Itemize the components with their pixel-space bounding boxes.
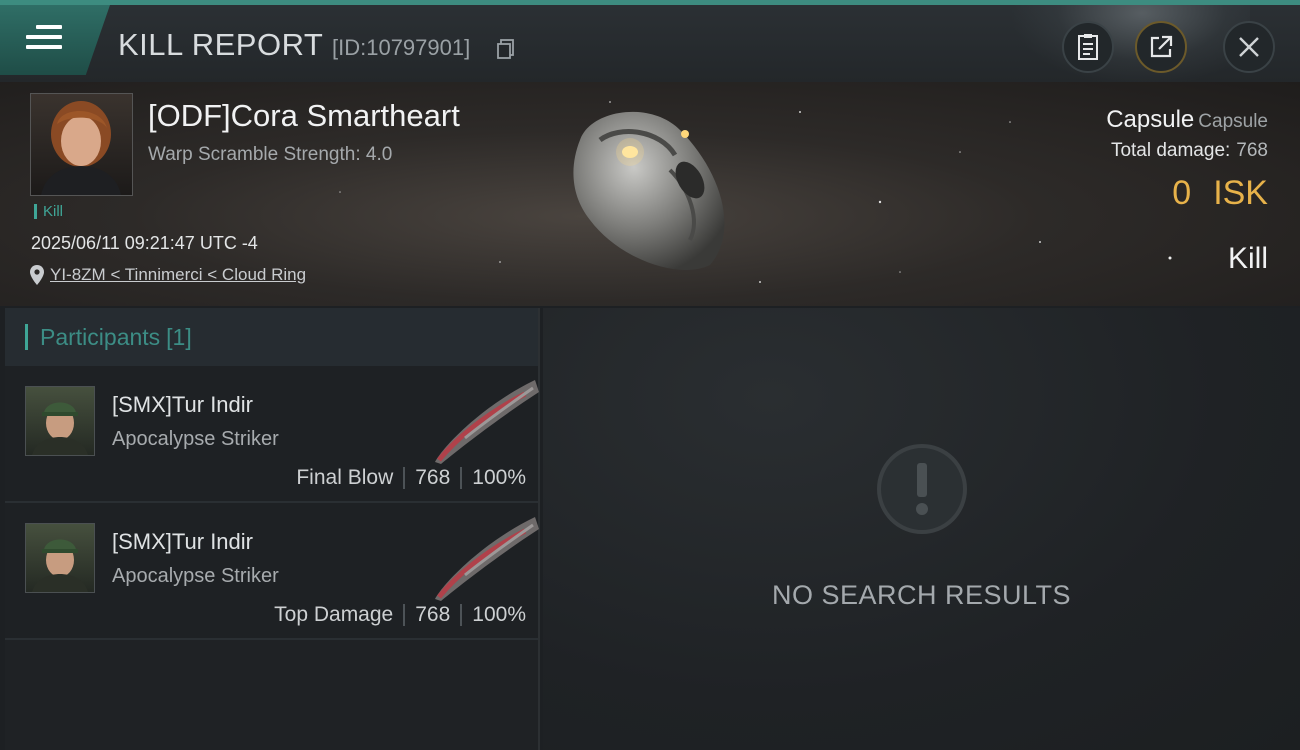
participant-stats: Top Damage 768 100% — [274, 603, 526, 627]
exclamation-icon — [877, 444, 967, 534]
header-accent-bar — [25, 324, 28, 350]
participant-name[interactable]: [SMX]Tur Indir — [112, 529, 253, 555]
location-link[interactable]: YI-8ZM < Tinnimerci < Cloud Ring — [30, 265, 306, 285]
participants-header: Participants [1] — [5, 308, 538, 366]
participant-damage: 768 — [415, 466, 451, 489]
capsule-ship-image — [573, 111, 725, 270]
close-icon — [1239, 37, 1259, 57]
weapon-module-image — [435, 517, 539, 601]
location-pin-icon — [30, 265, 44, 285]
participants-panel: Participants [1] [SMX]Tur Indir Apocalyp… — [5, 308, 540, 750]
share-button[interactable] — [1135, 21, 1187, 73]
ship-type-label: Capsule — [1106, 106, 1195, 133]
header-bar: KILL REPORT [ID:10797901] — [0, 0, 1300, 87]
ship-class-label: Capsule — [1198, 111, 1268, 132]
warp-scramble-strength: Warp Scramble Strength: 4.0 — [148, 144, 393, 165]
location-text: YI-8ZM < Tinnimerci < Cloud Ring — [50, 265, 307, 284]
header-planet-decoration — [1010, 5, 1250, 87]
participant-portrait — [32, 539, 88, 592]
participant-name[interactable]: [SMX]Tur Indir — [112, 392, 253, 418]
victim-ship-type: Capsule Capsule — [1106, 106, 1268, 134]
participants-count: [1] — [166, 323, 192, 350]
copy-icon[interactable] — [496, 38, 516, 60]
isk-unit: ISK — [1213, 174, 1268, 212]
participant-portrait — [32, 402, 88, 455]
victim-name[interactable]: [ODF]Cora Smartheart — [148, 98, 460, 134]
kill-result-label: Kill — [1227, 242, 1268, 275]
avatar — [41, 101, 121, 195]
participant-stats: Final Blow 768 100% — [296, 466, 526, 490]
participant-percent: 100% — [472, 603, 526, 626]
total-damage-label: Total damage: — [1110, 140, 1231, 161]
avatar[interactable] — [25, 523, 95, 593]
report-button[interactable] — [1062, 21, 1114, 73]
weapon-module-image — [435, 380, 539, 464]
total-damage-value: 768 — [1236, 140, 1268, 161]
participant-role: Final Blow — [296, 466, 394, 489]
participant-ship: Apocalypse Striker — [112, 565, 279, 587]
report-id: [ID:10797901] — [332, 35, 471, 60]
clipboard-icon — [1078, 34, 1098, 60]
isk-value: 0 ISK — [1172, 174, 1268, 213]
participant-row[interactable]: [SMX]Tur Indir Apocalypse Striker Top Da… — [5, 503, 539, 640]
participant-percent: 100% — [472, 466, 526, 489]
kill-tag: Kill — [34, 204, 63, 219]
no-results-message: NO SEARCH RESULTS — [771, 580, 1072, 610]
divider — [403, 604, 406, 626]
kill-datetime: 2025/06/11 09:21:47 UTC -4 — [31, 233, 258, 253]
total-damage: Total damage: 768 — [1111, 140, 1268, 162]
page-title: KILL REPORT — [118, 27, 324, 62]
results-panel: NO SEARCH RESULTS — [543, 308, 1300, 750]
divider — [460, 604, 463, 626]
divider — [460, 467, 463, 489]
participants-label: Participants — [40, 323, 161, 350]
victim-portrait[interactable] — [30, 93, 133, 196]
avatar[interactable] — [25, 386, 95, 456]
share-icon — [1150, 35, 1173, 58]
participant-row[interactable]: [SMX]Tur Indir Apocalypse Striker Final … — [5, 366, 539, 503]
participant-damage: 768 — [415, 603, 451, 626]
close-button[interactable] — [1223, 21, 1275, 73]
isk-amount: 0 — [1172, 174, 1192, 212]
participant-role: Top Damage — [274, 603, 394, 626]
hamburger-menu-icon[interactable] — [26, 25, 62, 55]
victim-banner: [ODF]Cora Smartheart Warp Scramble Stren… — [0, 82, 1300, 306]
divider — [403, 467, 406, 489]
participant-ship: Apocalypse Striker — [112, 428, 279, 450]
